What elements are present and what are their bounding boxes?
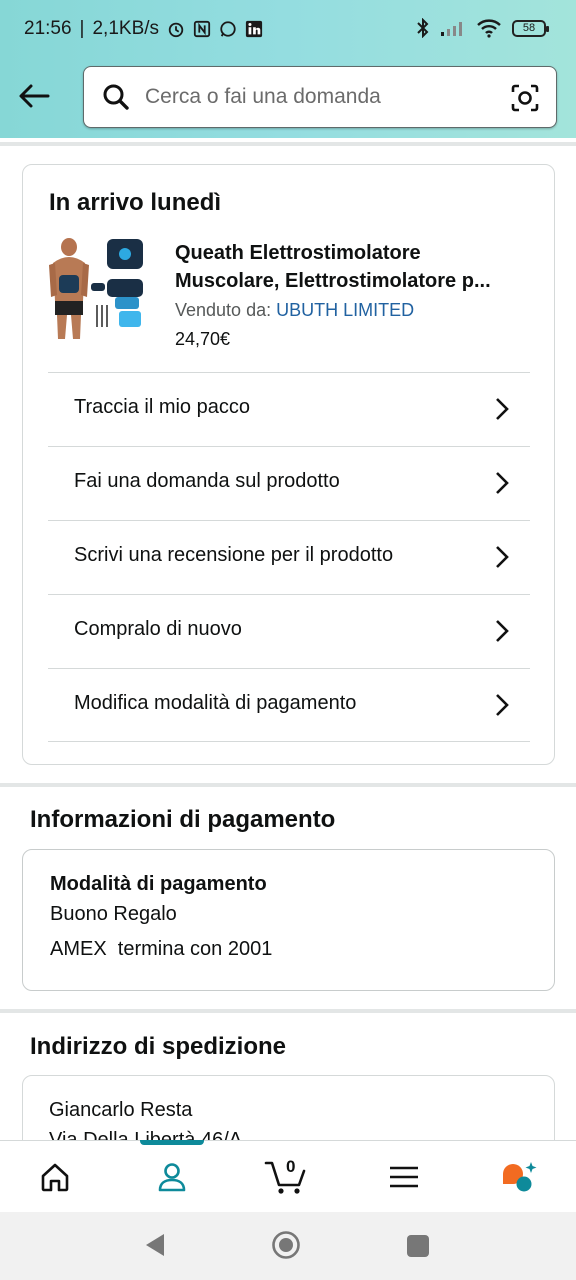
rufus-assistant-icon (503, 1162, 537, 1192)
product-price: 24,70€ (175, 329, 231, 349)
write-review-label: Scrivi una recensione per il prodotto (74, 544, 394, 566)
section-divider (0, 1009, 576, 1013)
bottom-tab-bar: 0 (0, 1140, 576, 1212)
tab-menu[interactable] (374, 1141, 434, 1213)
system-nav-bar (0, 1212, 576, 1280)
user-icon (158, 1163, 186, 1192)
change-payment-label: Modifica modalità di pagamento (74, 692, 357, 714)
status-separator: | (79, 18, 85, 39)
wifi-icon (477, 19, 501, 38)
section-divider (0, 783, 576, 787)
chevron-right-icon (496, 398, 509, 420)
seller-prefix: Venduto da: (175, 300, 277, 320)
camera-search-icon[interactable] (510, 83, 540, 113)
tab-account[interactable] (142, 1141, 202, 1213)
bluetooth-icon (417, 18, 429, 38)
ask-question-label: Fai una domanda sul prodotto (74, 470, 340, 492)
nfc-icon (193, 20, 211, 38)
product-image[interactable] (47, 235, 147, 341)
order-card: In arrivo lunedì Queath Elettrostimolato… (22, 164, 555, 765)
delivery-title: In arrivo lunedì (49, 189, 222, 216)
seller-link[interactable]: UBUTH LIMITED (276, 300, 414, 320)
track-package-label: Traccia il mio pacco (74, 396, 250, 418)
ask-question-row[interactable]: Fai una domanda sul prodotto (48, 446, 530, 520)
search-icon (103, 84, 129, 110)
change-payment-row[interactable]: Modifica modalità di pagamento (48, 668, 530, 742)
shipping-section-title: Indirizzo di spedizione (30, 1033, 287, 1060)
write-review-row[interactable]: Scrivi una recensione per il prodotto (48, 520, 530, 594)
payment-method-heading: Modalità di pagamento (50, 873, 267, 895)
product-name[interactable]: Queath Elettrostimolatore Muscolare, Ele… (175, 239, 535, 295)
linkedin-icon (245, 20, 263, 38)
chevron-right-icon (496, 694, 509, 716)
buy-again-row[interactable]: Compralo di nuovo (48, 594, 530, 668)
seller-info: Venduto da: UBUTH LIMITED (175, 300, 414, 321)
status-bar: 21:56 | 2,1KB/s 58 (0, 0, 576, 58)
product-name-line1[interactable]: Queath Elettrostimolatore (175, 239, 535, 267)
tab-home[interactable] (25, 1141, 85, 1213)
battery-level: 58 (522, 22, 536, 34)
order-actions: Traccia il mio pacco Fai una domanda sul… (48, 372, 530, 742)
payment-method-card: AMEX termina con 2001 (50, 938, 273, 960)
status-time: 21:56 (24, 18, 72, 39)
chevron-right-icon (496, 472, 509, 494)
app-header: 21:56 | 2,1KB/s 58 Cerca o fai una doman… (0, 0, 576, 138)
alarm-icon (168, 22, 184, 38)
product-name-line2[interactable]: Muscolare, Elettrostimolatore p... (175, 267, 535, 295)
hamburger-menu-icon (390, 1166, 418, 1188)
chevron-right-icon (496, 620, 509, 642)
arrow-left-icon (19, 84, 50, 108)
divider (0, 142, 576, 146)
whatsapp-icon (220, 21, 236, 37)
status-speed: 2,1KB/s (92, 18, 160, 39)
shipping-name: Giancarlo Resta (49, 1099, 193, 1121)
payment-section-title: Informazioni di pagamento (30, 806, 336, 833)
track-package-row[interactable]: Traccia il mio pacco (48, 372, 530, 446)
nav-recents-icon[interactable] (406, 1234, 430, 1258)
buy-again-label: Compralo di nuovo (74, 618, 242, 640)
payment-method-giftcard: Buono Regalo (50, 903, 177, 925)
payment-card: Modalità di pagamento Buono Regalo AMEX … (22, 849, 555, 991)
search-placeholder[interactable]: Cerca o fai una domanda (145, 85, 381, 109)
signal-icon (441, 22, 462, 36)
nav-home-icon[interactable] (271, 1230, 301, 1260)
battery-icon: 58 (512, 19, 549, 37)
tab-cart[interactable] (256, 1141, 316, 1213)
chevron-right-icon (496, 546, 509, 568)
home-icon (41, 1163, 69, 1192)
search-bar[interactable]: Cerca o fai una domanda (83, 66, 557, 128)
tab-rufus[interactable] (489, 1141, 549, 1213)
nav-back-icon[interactable] (144, 1232, 166, 1258)
cart-count: 0 (286, 1157, 296, 1176)
back-button[interactable] (14, 76, 54, 116)
